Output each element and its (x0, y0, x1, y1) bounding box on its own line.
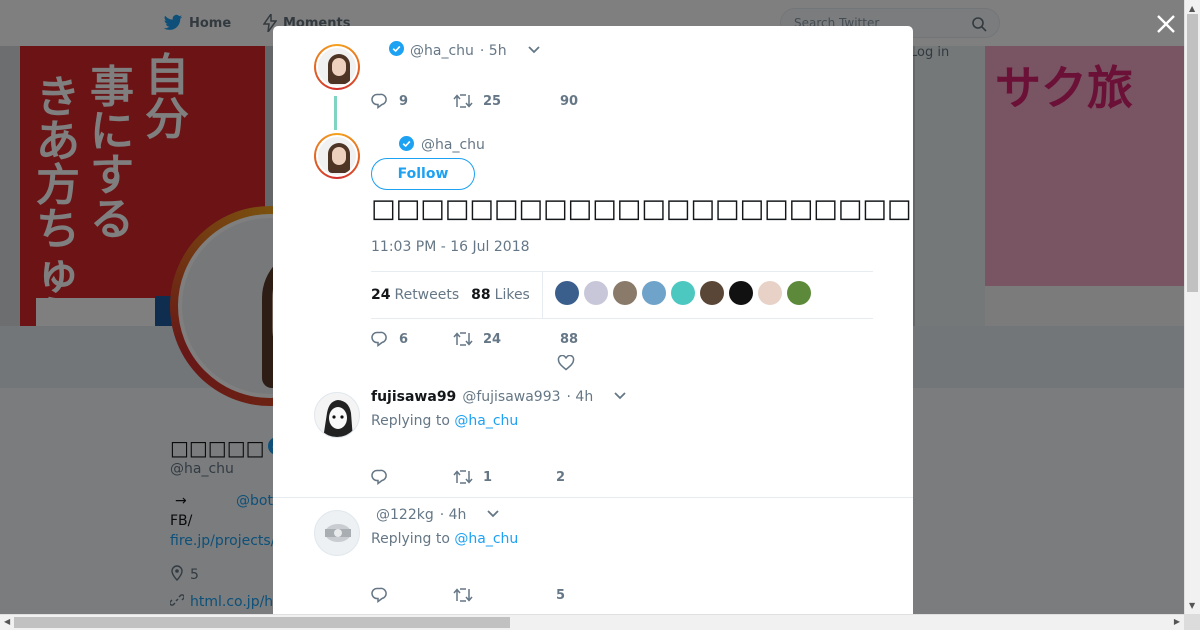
main-tweet-text: □□□□□□□□□□□□□□□□□□□□□□□□□□□□□□□□□□□□□□□□ (371, 194, 911, 224)
reply1-time[interactable]: · 4h (567, 389, 594, 405)
reply-button[interactable] (371, 469, 453, 485)
retweet-stat-count: 24 (371, 287, 391, 303)
heart-icon[interactable] (557, 354, 575, 375)
parent-tweet-header: @ha_chu · 5h (389, 41, 541, 60)
verified-badge-icon (399, 136, 414, 155)
like-stat-label: Likes (494, 287, 530, 303)
liker-avatar[interactable] (612, 281, 637, 305)
reply-count: 6 (399, 331, 409, 347)
retweet-stat[interactable]: 24 Retweets (371, 287, 459, 303)
retweet-icon (453, 331, 473, 347)
retweet-icon (453, 469, 473, 485)
reply-icon (371, 331, 389, 347)
reply-divider (273, 497, 913, 498)
like-button[interactable]: 88 (560, 332, 578, 347)
reply-button[interactable]: 9 (371, 93, 453, 109)
reply-icon (371, 587, 389, 603)
reply-button[interactable]: 6 (371, 331, 453, 347)
like-count: 5 (556, 587, 566, 603)
reply2-time[interactable]: · 4h (440, 507, 467, 523)
parent-tweet-avatar[interactable] (314, 44, 360, 90)
liker-avatar[interactable] (786, 281, 811, 305)
like-stat[interactable]: 88 Likes (471, 287, 530, 303)
main-tweet-avatar[interactable] (314, 133, 360, 179)
retweet-icon (453, 587, 473, 603)
reply2-replying-to: Replying to @ha_chu (371, 531, 518, 547)
tweet-permalink-modal: @ha_chu · 5h 9 25 90 @ha_chu Follow □□□□… (273, 26, 913, 614)
liker-avatar[interactable] (757, 281, 782, 305)
reply-avatar[interactable] (314, 510, 360, 556)
like-count: 2 (556, 469, 566, 485)
retweet-count: 25 (483, 93, 502, 109)
liker-avatar[interactable] (641, 281, 666, 305)
liker-avatar[interactable] (670, 281, 695, 305)
like-stat-count: 88 (471, 287, 491, 303)
scroll-up-arrow-icon[interactable]: ▲ (1189, 4, 1195, 13)
close-icon[interactable] (1152, 10, 1180, 38)
retweet-button[interactable]: 1 (453, 469, 556, 485)
retweet-button[interactable]: 24 (453, 331, 560, 347)
replying-to-handle[interactable]: @ha_chu (454, 413, 518, 429)
liker-avatar[interactable] (583, 281, 608, 305)
scroll-left-arrow-icon[interactable]: ◀ (4, 617, 10, 626)
reply-icon (371, 469, 389, 485)
reply1-replying-to: Replying to @ha_chu (371, 413, 518, 429)
parent-tweet-handle[interactable]: @ha_chu (410, 43, 474, 59)
like-count: 90 (560, 93, 579, 109)
retweet-stat-label: Retweets (394, 287, 460, 303)
vertical-scroll-thumb[interactable] (1187, 14, 1198, 292)
liker-avatar[interactable] (554, 281, 579, 305)
reply-count: 9 (399, 93, 409, 109)
reply-icon (371, 93, 389, 109)
reply1-header: fujisawa99 @fujisawa993 · 4h (371, 389, 627, 405)
retweet-icon (453, 93, 473, 109)
like-button[interactable]: 90 (560, 94, 578, 109)
parent-tweet-time[interactable]: · 5h (480, 43, 507, 59)
thread-connector (334, 96, 337, 130)
scroll-right-arrow-icon[interactable]: ▶ (1174, 617, 1180, 626)
reply1-actions: 1 2 (371, 469, 565, 485)
liker-avatar[interactable] (728, 281, 753, 305)
horizontal-scroll-thumb[interactable] (14, 617, 510, 628)
vertical-scrollbar[interactable]: ▲ ▼ (1184, 0, 1200, 614)
reply-avatar[interactable] (314, 392, 360, 438)
replying-to-label: Replying to (371, 413, 450, 429)
reply2-handle[interactable]: @122kg (376, 507, 434, 523)
like-count: 88 (560, 331, 579, 347)
retweet-button[interactable]: 25 (453, 93, 560, 109)
like-button[interactable]: 5 (556, 588, 565, 603)
reply1-handle[interactable]: @fujisawa993 (462, 389, 560, 405)
main-tweet-actions: 6 24 88 (371, 331, 578, 347)
retweet-count: 1 (483, 469, 493, 485)
chevron-down-icon[interactable] (527, 43, 541, 59)
main-tweet-date[interactable]: 11:03 PM - 16 Jul 2018 (371, 239, 530, 255)
liker-avatar[interactable] (699, 281, 724, 305)
main-tweet-handle-row: @ha_chu (421, 137, 485, 153)
scrollbar-corner (1184, 614, 1200, 630)
tweet-stats: 24 Retweets 88 Likes (371, 271, 873, 319)
reply1-name[interactable]: fujisawa99 (371, 389, 456, 405)
retweet-count: 24 (483, 331, 502, 347)
like-button[interactable]: 2 (556, 470, 565, 485)
follow-button[interactable]: Follow (371, 158, 475, 190)
main-tweet-handle[interactable]: @ha_chu (421, 137, 485, 153)
chevron-down-icon[interactable] (613, 389, 627, 405)
verified-badge-icon (389, 41, 404, 60)
reply2-actions: 5 (371, 587, 565, 603)
main-tweet-header (399, 136, 414, 155)
parent-tweet-actions: 9 25 90 (371, 93, 578, 109)
retweet-button[interactable] (453, 587, 556, 603)
chevron-down-icon[interactable] (486, 507, 500, 523)
scroll-down-arrow-icon[interactable]: ▼ (1189, 601, 1195, 610)
replying-to-label: Replying to (371, 531, 450, 547)
reply-button[interactable] (371, 587, 453, 603)
liker-avatars (554, 281, 816, 309)
replying-to-handle[interactable]: @ha_chu (454, 531, 518, 547)
horizontal-scrollbar[interactable]: ◀ ▶ (0, 614, 1184, 630)
reply2-header: @122kg · 4h (376, 507, 500, 523)
